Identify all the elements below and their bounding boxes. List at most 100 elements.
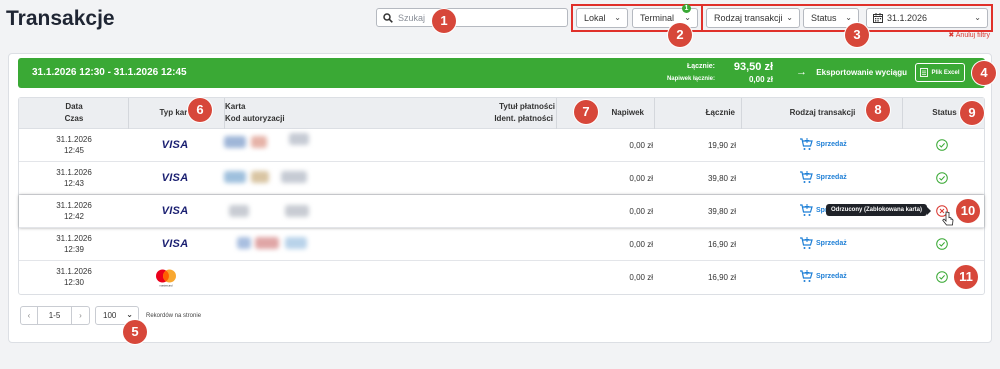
table-row[interactable]: 31.1.2026 12:30 mastercard 0,00 zł 16,90 … <box>19 261 984 294</box>
col-ident-label: Ident. płatności <box>494 114 553 123</box>
table-row[interactable]: 31.1.2026 12:45 VISA 0,00 zł 19,90 zł Spr… <box>19 129 984 162</box>
row-time: 12:30 <box>63 278 85 287</box>
col-time-label: Czas <box>64 114 84 123</box>
cart-icon <box>800 138 813 150</box>
transactions-table: Data Czas Typ karty Karta Kod autoryzacj… <box>18 97 985 295</box>
row-time: 12:43 <box>63 179 85 188</box>
row-datetime: 31.1.2026 12:39 <box>19 233 129 255</box>
status-approved-icon <box>936 271 948 283</box>
chevron-down-icon: ⌄ <box>126 310 133 319</box>
lokal-select[interactable]: Lokal ⌄ <box>576 8 628 28</box>
svg-text:mastercard: mastercard <box>160 284 174 288</box>
row-transaction-type[interactable]: Sprzedaż <box>799 171 847 184</box>
annotation-badge: 6 <box>188 98 212 122</box>
summary-bar: 31.1.2026 12:30 - 31.1.2026 12:45 Łączni… <box>18 58 985 88</box>
cart-icon <box>800 171 813 183</box>
status-approved-icon <box>936 139 948 151</box>
row-transaction-type-label: Sprzedaż <box>816 240 847 247</box>
annotation-badge: 2 <box>668 23 692 47</box>
pagination: ‹ 1-5 › <box>20 306 90 325</box>
excel-export-label: Plik Excel <box>931 69 960 76</box>
card-number-redacted <box>251 171 269 183</box>
row-datetime: 31.1.2026 12:45 <box>19 134 129 156</box>
col-card[interactable]: Karta Kod autoryzacji <box>225 98 405 129</box>
col-total-label: Łącznie <box>705 108 735 117</box>
annotation-badge: 10 <box>956 199 980 223</box>
tip-total-label: Napiwek łącznie: <box>666 76 715 82</box>
auth-code-redacted <box>281 171 307 183</box>
card-number-redacted <box>255 237 279 249</box>
chevron-down-icon: ⌄ <box>845 13 852 22</box>
table-row[interactable]: 31.1.2026 12:43 VISA 0,00 zł 39,80 zł Spr… <box>19 162 984 195</box>
chevron-down-icon: ⌄ <box>786 13 793 22</box>
row-transaction-type-label: Sprzedaż <box>816 141 847 148</box>
row-transaction-type[interactable]: Sprzedaż <box>799 270 847 283</box>
visa-logo-icon: VISA <box>161 172 189 184</box>
date-picker[interactable]: 31.1.2026 ⌄ <box>866 8 988 28</box>
col-date[interactable]: Data Czas <box>19 98 129 129</box>
clear-filters-link[interactable]: ✖ Anuluj filtry <box>948 31 990 39</box>
cart-icon <box>800 270 813 282</box>
terminal-count-badge: 1 <box>682 4 691 13</box>
records-per-page-value: 100 <box>103 311 117 320</box>
row-date: 31.1.2026 <box>56 234 92 243</box>
date-value: 31.1.2026 <box>887 13 928 23</box>
table-row[interactable]: 31.1.2026 12:39 VISA 0,00 zł 16,90 zł Spr… <box>19 228 984 261</box>
chevron-down-icon: ⌄ <box>684 13 691 22</box>
cart-icon <box>800 204 813 216</box>
visa-logo-icon: VISA <box>161 205 189 217</box>
tip-total-value: 0,00 zł <box>748 75 773 84</box>
row-transaction-type[interactable]: Sprzedaż <box>799 237 847 250</box>
annotation-badge: 8 <box>866 98 890 122</box>
date-range: 31.1.2026 12:30 - 31.1.2026 12:45 <box>32 67 187 78</box>
mouse-pointer-icon <box>942 211 954 226</box>
row-tip: 0,00 zł <box>629 174 653 183</box>
annotation-badge: 7 <box>574 100 598 124</box>
excel-export-button[interactable]: Plik Excel <box>915 63 965 82</box>
arrow-right-icon: → <box>796 66 807 78</box>
table-header: Data Czas Typ karty Karta Kod autoryzacj… <box>19 98 984 129</box>
col-auth-label: Kod autoryzacji <box>225 114 285 123</box>
status-approved-icon <box>936 172 948 184</box>
row-time: 12:39 <box>63 245 85 254</box>
row-date: 31.1.2026 <box>56 267 92 276</box>
next-page-button[interactable]: › <box>72 306 90 325</box>
row-time: 12:42 <box>63 212 85 221</box>
row-tip: 0,00 zł <box>629 141 653 150</box>
row-time: 12:45 <box>63 146 85 155</box>
transaction-type-select[interactable]: Rodzaj transakcji ⌄ <box>706 8 800 28</box>
terminal-label: Terminal <box>640 13 675 23</box>
row-tip: 0,00 zł <box>629 207 653 216</box>
annotation-badge: 1 <box>432 9 456 33</box>
row-total: 16,90 zł <box>707 240 736 249</box>
auth-code-redacted <box>285 237 307 249</box>
search-input[interactable]: Szukaj <box>376 8 568 27</box>
row-tip: 0,00 zł <box>629 240 653 249</box>
auth-code-redacted <box>285 205 309 217</box>
row-date: 31.1.2026 <box>56 135 92 144</box>
visa-logo-icon: VISA <box>161 238 189 250</box>
auth-code-redacted <box>289 133 309 145</box>
chevron-down-icon: ⌄ <box>614 13 621 22</box>
row-transaction-type[interactable]: Spr <box>799 204 828 217</box>
prev-page-button[interactable]: ‹ <box>20 306 38 325</box>
calendar-icon <box>873 13 883 23</box>
col-card-label: Karta <box>225 102 246 111</box>
card-number-redacted <box>224 171 246 183</box>
col-tip[interactable]: Napiwek <box>557 98 655 129</box>
total-label: Łącznie: <box>686 63 715 70</box>
status-tooltip: Odrzucony (Zablokowana karta) <box>826 204 932 216</box>
search-icon <box>383 12 393 23</box>
annotation-badge: 9 <box>960 101 984 125</box>
chevron-down-icon: ⌄ <box>974 13 981 22</box>
col-title[interactable]: Tytuł płatności Ident. płatności <box>405 98 557 129</box>
card-number-redacted <box>229 205 249 217</box>
row-date: 31.1.2026 <box>56 168 92 177</box>
row-datetime: 31.1.2026 12:30 <box>19 266 129 288</box>
col-date-label: Data <box>65 102 83 111</box>
row-transaction-type[interactable]: Sprzedaż <box>799 138 847 151</box>
page-title: Transakcje <box>6 7 115 30</box>
card-number-redacted <box>237 237 251 249</box>
col-total[interactable]: Łącznie <box>655 98 742 129</box>
card-number-redacted <box>251 136 267 148</box>
